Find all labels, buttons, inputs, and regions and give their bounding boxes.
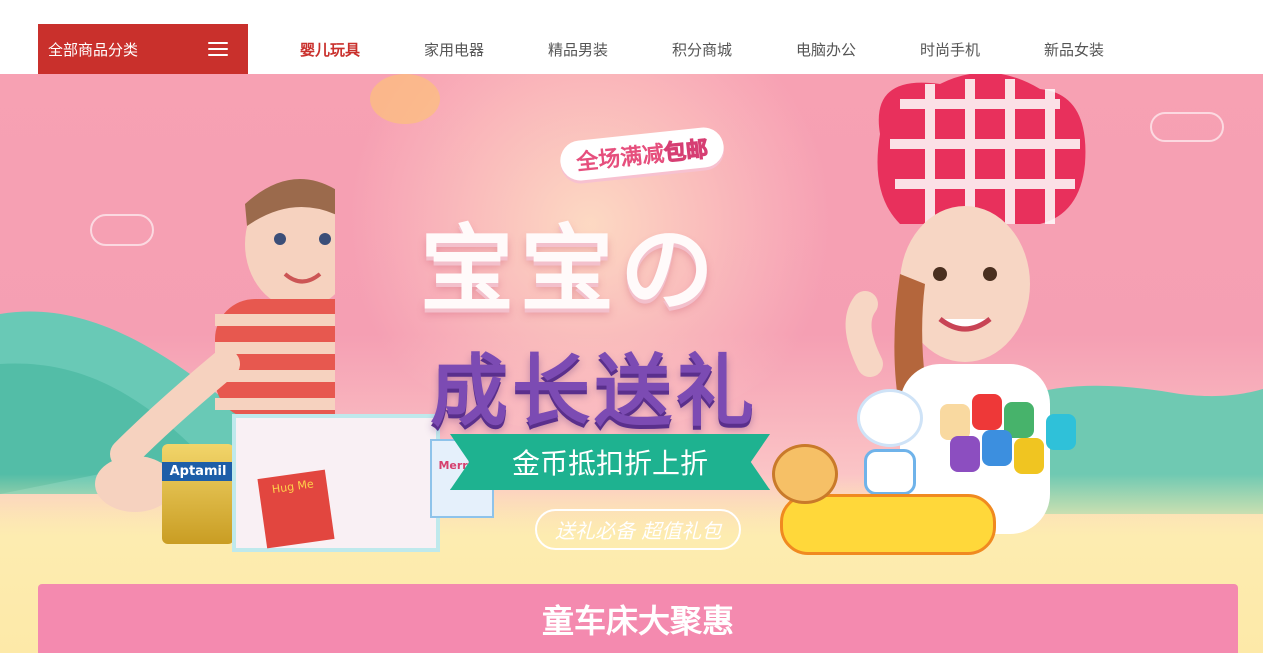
- cloud-decoration: [1150, 112, 1224, 142]
- girl-chef-illustration: [845, 74, 1086, 534]
- nav-item-baby-toys[interactable]: 婴儿玩具: [268, 39, 392, 60]
- nav-item-computer-office[interactable]: 电脑办公: [764, 39, 888, 60]
- all-categories-button[interactable]: 全部商品分类: [38, 24, 248, 74]
- tag-part2: 包邮: [662, 137, 710, 167]
- all-categories-label: 全部商品分类: [48, 40, 139, 59]
- hamburger-icon: [208, 42, 228, 56]
- tag-part1: 全场满减: [575, 141, 666, 176]
- promo-title: 童车床大聚惠: [541, 601, 734, 640]
- picture-book: Hug Me: [257, 469, 335, 549]
- nav-item-womens-wear[interactable]: 新品女装: [1012, 39, 1136, 60]
- main-nav: 婴儿玩具 家用电器 精品男装 积分商城 电脑办公 时尚手机 新品女装: [268, 24, 1136, 74]
- robot-toy: [852, 389, 923, 495]
- coin-discount-ribbon: 金币抵扣折上折: [450, 434, 770, 490]
- headline-line1: 宝宝の: [420, 216, 721, 325]
- nav-item-phones[interactable]: 时尚手机: [888, 39, 1012, 60]
- stroller-promo-banner[interactable]: 童车床大聚惠: [38, 584, 1238, 653]
- nav-item-home-appliances[interactable]: 家用电器: [392, 39, 516, 60]
- milk-powder-can: Aptamil: [162, 444, 234, 544]
- milk-powder-label: Aptamil: [162, 462, 234, 481]
- nav-item-mens-wear[interactable]: 精品男装: [516, 39, 640, 60]
- dog-head: [772, 444, 838, 504]
- nav-item-points-mall[interactable]: 积分商城: [640, 39, 764, 60]
- headline-line2: 成长送礼: [430, 347, 759, 437]
- hero-banner[interactable]: Aptamil Hug Me Merries 全场满减包邮 宝宝の 成长送礼 金…: [0, 74, 1263, 653]
- top-navigation-bar: 全部商品分类 婴儿玩具 家用电器 精品男装 积分商城 电脑办公 时尚手机 新品女…: [0, 0, 1263, 74]
- gift-pack-bubble: 送礼必备 超值礼包: [535, 509, 742, 550]
- coin-decoration: [370, 74, 440, 124]
- picture-book-label: Hug Me: [271, 477, 315, 497]
